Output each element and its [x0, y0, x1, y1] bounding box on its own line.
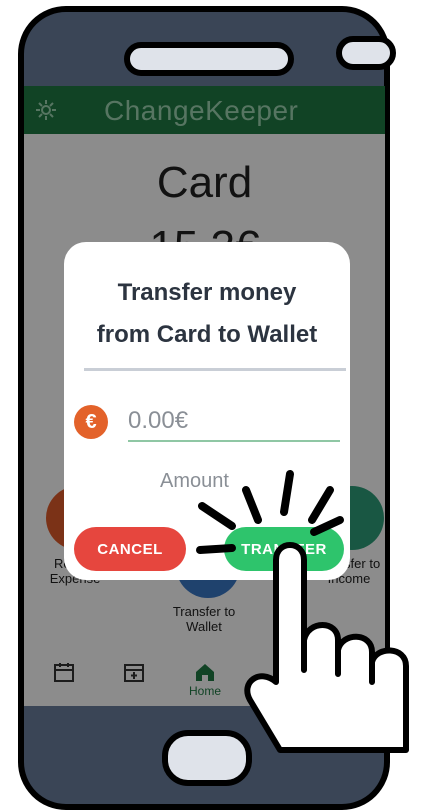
cancel-button[interactable]: CANCEL — [74, 527, 186, 571]
amount-input[interactable] — [128, 402, 340, 442]
euro-icon: € — [74, 405, 108, 439]
transfer-dialog: Transfer money from Card to Wallet € Amo… — [64, 242, 350, 580]
dialog-title-line1: Transfer money — [117, 279, 297, 306]
phone-home-button — [162, 730, 252, 786]
dialog-title: Transfer money from Card to Wallet — [64, 272, 350, 356]
dialog-divider — [84, 368, 346, 371]
transfer-button[interactable]: TRANSFER — [224, 527, 344, 571]
app-screen: ChangeKeeper Card 15.3€ Record Expense T… — [24, 86, 385, 706]
phone-speaker — [124, 42, 294, 76]
amount-label: Amount — [160, 470, 229, 492]
dialog-title-line2: from Card to Wallet — [96, 321, 318, 348]
phone-camera — [336, 36, 396, 70]
